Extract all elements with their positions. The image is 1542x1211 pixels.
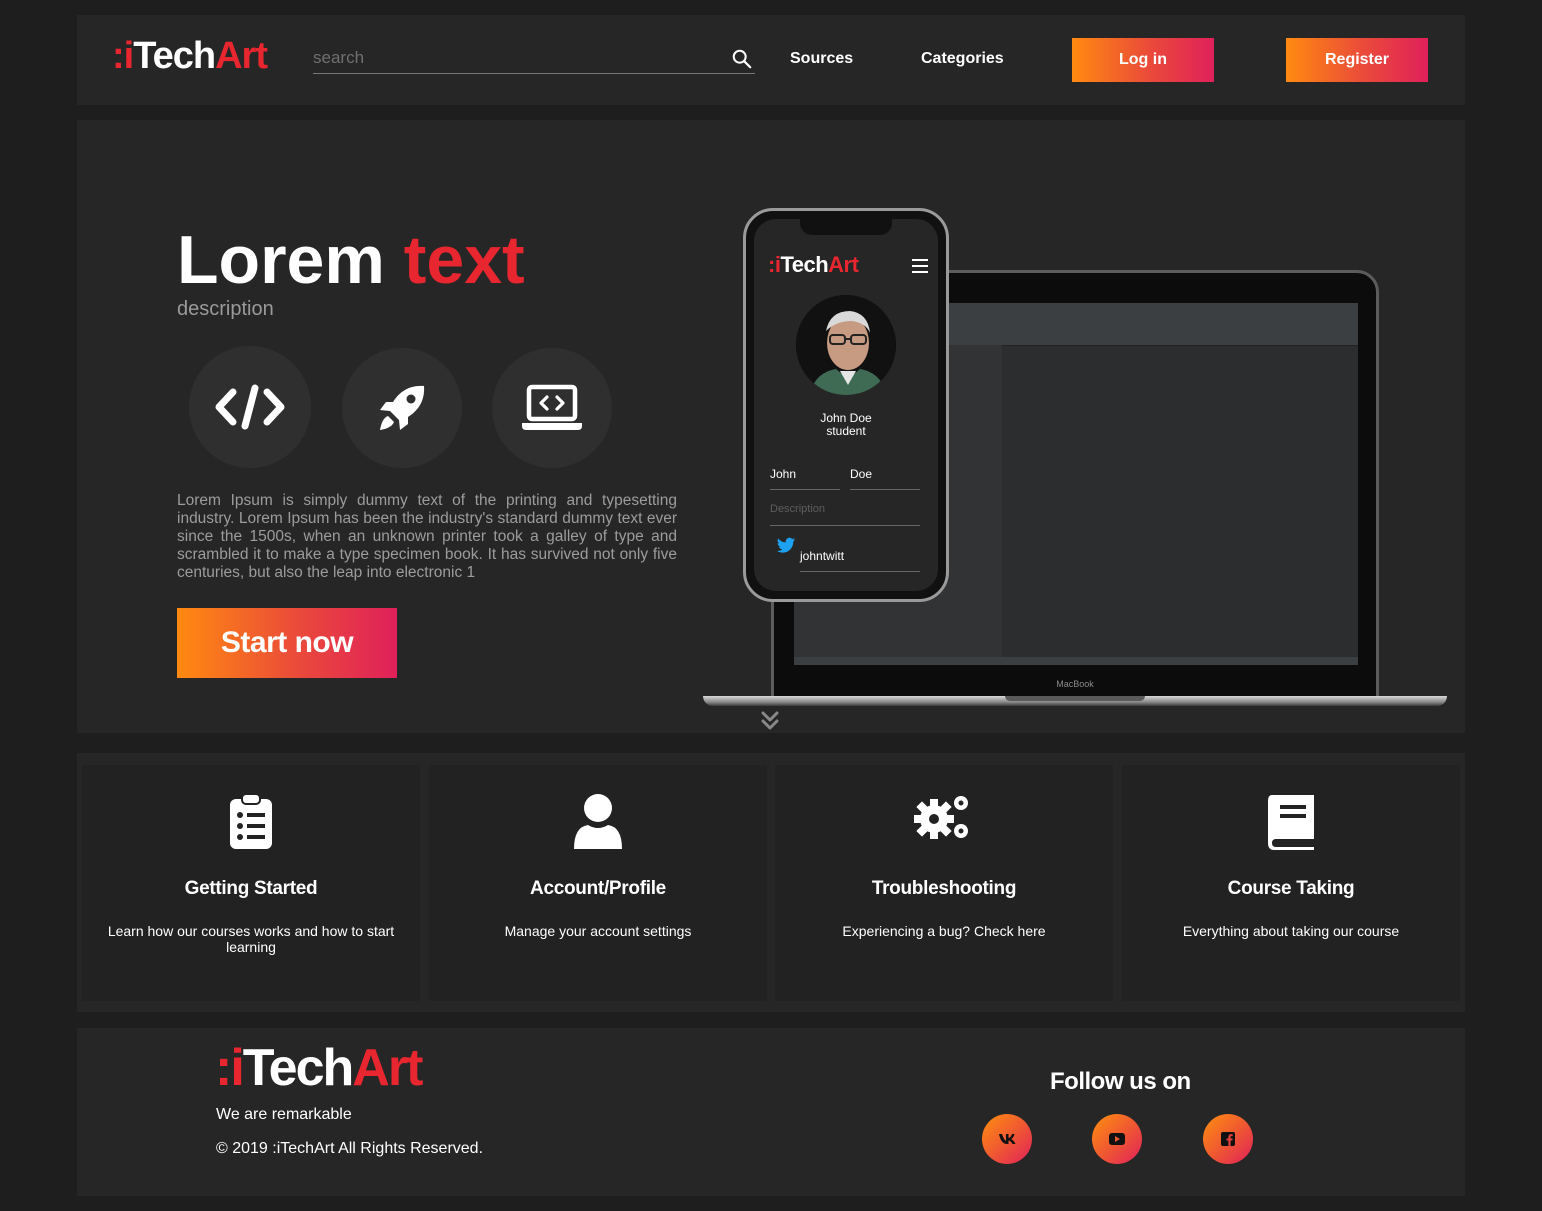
hero-subtitle: description <box>177 298 274 320</box>
login-button[interactable]: Log in <box>1072 38 1214 82</box>
register-button[interactable]: Register <box>1286 38 1428 82</box>
footer: :iTechArt We are remarkable © 2019 :iTec… <box>77 1028 1465 1196</box>
category-card-account-profile[interactable]: Account/Profile Manage your account sett… <box>429 765 767 1001</box>
hero-paragraph: Lorem Ipsum is simply dummy text of the … <box>177 492 677 581</box>
phone-last-name-field: Doe <box>850 467 920 490</box>
rocket-feature-button[interactable] <box>342 348 462 468</box>
facebook-link[interactable] <box>1203 1114 1253 1164</box>
search-input[interactable] <box>313 45 713 71</box>
code-icon <box>215 384 285 430</box>
search-icon[interactable] <box>731 48 753 70</box>
avatar <box>796 295 896 395</box>
laptop-code-icon <box>522 384 582 430</box>
twitter-icon <box>776 537 796 553</box>
laptop-notch <box>1005 696 1145 701</box>
code-feature-button[interactable] <box>189 346 311 468</box>
categories-section: Getting Started Learn how our courses wo… <box>77 753 1465 1012</box>
phone-first-name-field: John <box>770 467 840 490</box>
nav-sources-link[interactable]: Sources <box>790 50 853 68</box>
double-chevron-down-icon[interactable] <box>760 710 780 732</box>
category-description: Experiencing a bug? Check here <box>842 923 1046 939</box>
footer-tagline: We are remarkable <box>216 1106 352 1123</box>
nav-categories-link[interactable]: Categories <box>921 50 1004 68</box>
category-title: Account/Profile <box>530 878 666 899</box>
rocket-icon <box>380 385 425 430</box>
phone-logo: :iTechArt <box>768 252 859 277</box>
category-description: Manage your account settings <box>504 923 692 939</box>
footer-copyright: © 2019 :iTechArt All Rights Reserved. <box>216 1140 484 1157</box>
category-title: Course Taking <box>1227 878 1355 899</box>
macbook-label: MacBook <box>1056 679 1094 689</box>
phone-screen: :iTechArt John Doe student John Doe Desc… <box>754 219 938 591</box>
youtube-link[interactable] <box>1092 1114 1142 1164</box>
cogs-icon <box>914 796 968 839</box>
clipboard-list-icon <box>230 793 272 849</box>
youtube-icon <box>1109 1133 1125 1145</box>
category-card-course-taking[interactable]: Course Taking Everything about taking ou… <box>1122 765 1460 1001</box>
vk-link[interactable] <box>982 1114 1032 1164</box>
vk-icon <box>999 1134 1016 1144</box>
hamburger-menu-icon <box>912 259 928 273</box>
category-card-getting-started[interactable]: Getting Started Learn how our courses wo… <box>82 765 420 1001</box>
ide-statusbar <box>794 657 1358 665</box>
laptop-feature-button[interactable] <box>492 348 612 468</box>
hero-title: Lorem text <box>177 222 525 298</box>
facebook-icon <box>1221 1132 1235 1146</box>
category-description: Everything about taking our course <box>1182 923 1400 939</box>
phone-mockup: :iTechArt John Doe student John Doe Desc… <box>743 208 949 602</box>
follow-us-heading: Follow us on <box>1050 1068 1191 1095</box>
footer-logo[interactable]: :iTechArt <box>215 1038 423 1098</box>
phone-twitter-field: johntwitt <box>800 549 920 572</box>
start-now-button[interactable]: Start now <box>177 608 397 678</box>
hero-section: Lorem text description Lorem Ipsum is si… <box>77 120 1465 733</box>
phone-notch <box>800 219 892 235</box>
category-description: Learn how our courses works and how to s… <box>107 923 395 955</box>
book-icon <box>1268 795 1314 850</box>
user-icon <box>574 794 622 849</box>
category-card-troubleshooting[interactable]: Troubleshooting Experiencing a bug? Chec… <box>775 765 1113 1001</box>
category-title: Troubleshooting <box>871 878 1017 899</box>
header: :iTechArt Sources Categories Log in Regi… <box>77 15 1465 105</box>
ide-gutter <box>982 345 1002 657</box>
avatar-photo <box>796 295 896 395</box>
logo[interactable]: :iTechArt <box>112 35 268 78</box>
phone-profile-name: John Doe student <box>820 411 872 438</box>
phone-description-field: Description <box>770 503 920 526</box>
category-title: Getting Started <box>184 878 318 899</box>
search-bar <box>313 45 755 74</box>
